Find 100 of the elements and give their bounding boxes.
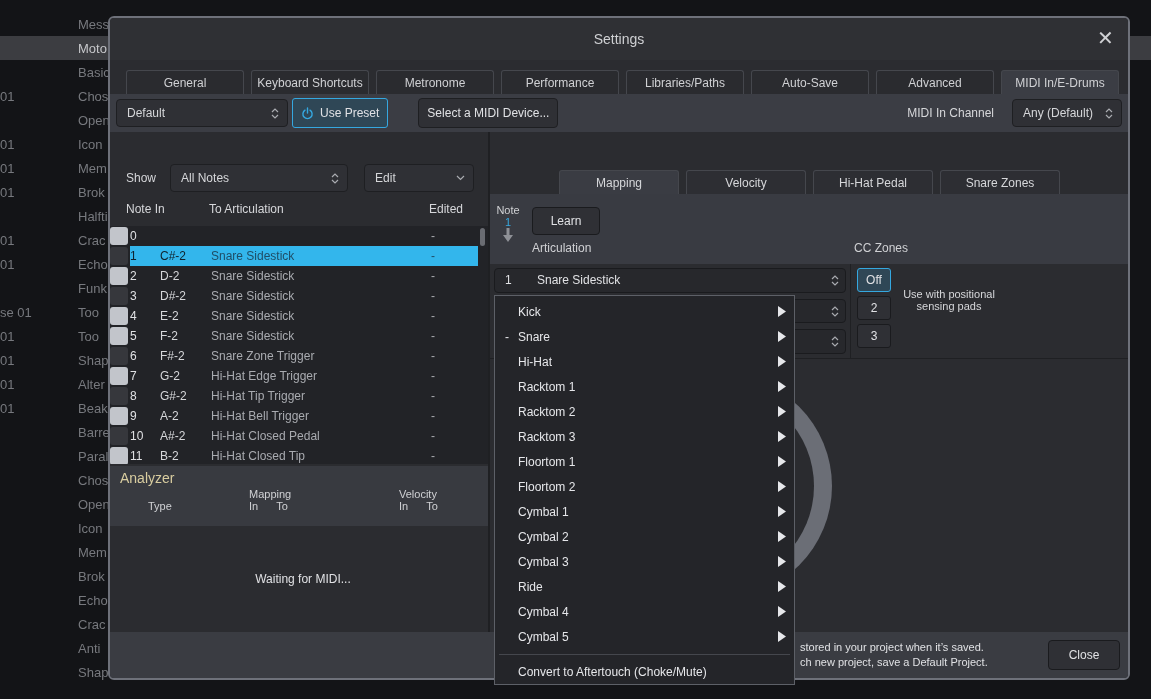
note-row[interactable]: 8 G#-2 Hi-Hat Tip Trigger - <box>130 386 478 406</box>
velocity-header: Velocity <box>399 488 438 500</box>
chevron-down-icon <box>456 175 466 181</box>
window-title: Settings <box>593 31 645 47</box>
settings-tab[interactable]: Metronome <box>376 70 494 94</box>
menu-item[interactable]: Ride <box>495 574 794 599</box>
song-code: 01 <box>0 376 15 392</box>
updown-icon <box>271 106 279 120</box>
use-preset-toggle[interactable]: Use Preset <box>292 98 389 128</box>
song-code: se 01 <box>0 304 32 320</box>
analyzer-title: Analyzer <box>120 470 176 486</box>
scrollbar[interactable] <box>480 228 485 246</box>
note-row[interactable]: 2 D-2 Snare Sidestick - <box>130 266 478 286</box>
learn-button[interactable]: Learn <box>532 207 600 235</box>
menu-item[interactable]: Cymbal 1 <box>495 499 794 524</box>
mapping-tab[interactable]: Snare Zones <box>940 170 1060 194</box>
submenu-arrow-icon <box>778 456 786 467</box>
song-name: Too <box>78 328 99 344</box>
edit-menu[interactable]: Edit <box>364 164 475 192</box>
note-row[interactable]: 11 B-2 Hi-Hat Closed Tip - <box>130 446 478 464</box>
menu-item[interactable]: Hi-Hat <box>495 349 794 374</box>
submenu-arrow-icon <box>778 306 786 317</box>
mapping-tab[interactable]: Hi-Hat Pedal <box>813 170 933 194</box>
power-icon <box>301 106 314 120</box>
settings-tab[interactable]: Auto-Save <box>751 70 869 94</box>
song-name: Echo <box>78 256 108 272</box>
menu-item[interactable]: Floortom 2 <box>495 474 794 499</box>
menu-item[interactable]: Cymbal 2 <box>495 524 794 549</box>
submenu-arrow-icon <box>778 356 786 367</box>
submenu-arrow-icon <box>778 631 786 642</box>
close-button[interactable]: Close <box>1048 640 1120 670</box>
close-button[interactable]: ✕ <box>1093 26 1118 50</box>
to-header: To <box>276 500 288 512</box>
song-name: Mem <box>78 160 107 176</box>
cc-zone-button[interactable]: Off <box>857 268 891 292</box>
articulation-select[interactable]: 1 Snare Sidestick <box>494 268 846 293</box>
song-name: Beak <box>78 400 108 416</box>
updown-icon <box>331 171 340 185</box>
menu-item[interactable]: Cymbal 3 <box>495 549 794 574</box>
cc-zones-label: CC Zones <box>854 241 909 255</box>
note-row[interactable]: 0 - <box>130 226 478 246</box>
articulation-label: Articulation <box>532 241 592 255</box>
settings-tab[interactable]: General <box>126 70 244 94</box>
song-code: 01 <box>0 232 15 248</box>
note-row[interactable]: 1 C#-2 Snare Sidestick - <box>130 246 478 266</box>
submenu-arrow-icon <box>778 431 786 442</box>
channel-select[interactable]: Any (Default) <box>1012 99 1122 127</box>
settings-tab[interactable]: Libraries/Paths <box>626 70 744 94</box>
preset-select[interactable]: Default <box>116 99 288 127</box>
note-row[interactable]: 7 G-2 Hi-Hat Edge Trigger - <box>130 366 478 386</box>
submenu-arrow-icon <box>778 406 786 417</box>
note-row[interactable]: 3 D#-2 Snare Sidestick - <box>130 286 478 306</box>
song-name: Alter <box>78 376 105 392</box>
song-code: 01 <box>0 184 15 200</box>
updown-icon <box>831 304 839 318</box>
submenu-arrow-icon <box>778 556 786 567</box>
menu-item[interactable]: Racktom 2 <box>495 399 794 424</box>
song-code: 01 <box>0 136 15 152</box>
submenu-arrow-icon <box>778 531 786 542</box>
updown-icon <box>831 335 839 349</box>
menu-item[interactable]: Floortom 1 <box>495 449 794 474</box>
song-name: Chos <box>78 88 109 104</box>
song-code: 01 <box>0 88 15 104</box>
settings-tab[interactable]: Keyboard Shortcuts <box>251 70 369 94</box>
menu-item[interactable]: Racktom 1 <box>495 374 794 399</box>
note-row[interactable]: 6 F#-2 Snare Zone Trigger - <box>130 346 478 366</box>
menu-item[interactable]: Cymbal 4 <box>495 599 794 624</box>
settings-tab[interactable]: Performance <box>501 70 619 94</box>
column-header: Note In <box>126 202 166 218</box>
settings-tab[interactable]: Advanced <box>876 70 994 94</box>
menu-item[interactable]: Racktom 3 <box>495 424 794 449</box>
song-code: 01 <box>0 400 15 416</box>
song-name: Mess <box>78 16 110 32</box>
settings-tab[interactable]: MIDI In/E-Drums <box>1001 70 1119 94</box>
menu-item[interactable]: Kick <box>495 299 794 324</box>
song-code: 01 <box>0 352 15 368</box>
note-label: Note <box>496 204 520 216</box>
note-row[interactable]: 10 A#-2 Hi-Hat Closed Pedal - <box>130 426 478 446</box>
arrow-down-icon <box>503 228 513 242</box>
note-row[interactable]: 9 A-2 Hi-Hat Bell Trigger - <box>130 406 478 426</box>
cc-zone-button[interactable]: 2 <box>857 296 891 320</box>
in-header: In <box>399 500 409 512</box>
mapping-tab[interactable]: Mapping <box>559 170 679 194</box>
note-number: 1 <box>504 216 512 228</box>
select-device-button[interactable]: Select a MIDI Device... <box>418 98 559 128</box>
mapping-tab[interactable]: Velocity <box>686 170 806 194</box>
song-code: 01 <box>0 256 15 272</box>
footer-note: stored in your project when it’s saved. ch new project, save a Default Project. <box>800 640 989 670</box>
cc-zone-button[interactable]: 3 <box>857 324 891 348</box>
menu-item[interactable]: - Snare <box>495 324 794 349</box>
cc-zones-hint: Use with positional sensing pads <box>902 288 996 314</box>
type-header: Type <box>148 500 173 512</box>
show-select[interactable]: All Notes <box>170 164 349 192</box>
song-name: Brok <box>78 184 105 200</box>
menu-item[interactable]: Cymbal 5 <box>495 624 794 649</box>
mapping-header: Mapping <box>249 488 293 500</box>
note-row[interactable]: 5 F-2 Snare Sidestick - <box>130 326 478 346</box>
menu-item[interactable]: Convert to Aftertouch (Choke/Mute) <box>495 659 794 684</box>
show-label: Show <box>126 171 157 185</box>
note-row[interactable]: 4 E-2 Snare Sidestick - <box>130 306 478 326</box>
